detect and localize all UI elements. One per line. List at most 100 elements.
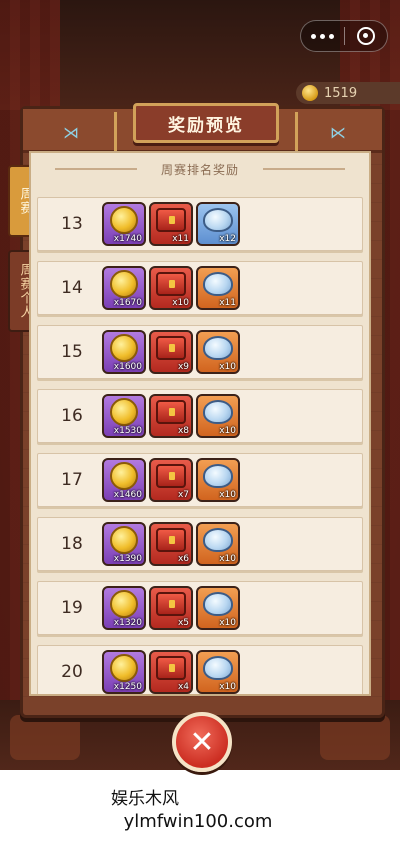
bowl-icon: [203, 592, 233, 616]
reward-list-sheet[interactable]: 周赛排名奖励 13 x1740 x11 x12 14 x1670 x10 x11 15 x1600…: [29, 151, 371, 696]
coin-icon: [110, 654, 138, 682]
coin-icon: [110, 206, 138, 234]
reward-items: x1530 x8 x10: [102, 394, 240, 438]
bowl-icon: [203, 336, 233, 360]
coin-reward-item[interactable]: x1460: [102, 458, 146, 502]
chest-reward-item[interactable]: x11: [149, 202, 193, 246]
chest-icon: [156, 208, 186, 232]
exit-button[interactable]: [345, 21, 388, 51]
reward-items: x1320 x5 x10: [102, 586, 240, 630]
rank-number: 17: [61, 470, 83, 490]
chest-icon: [156, 656, 186, 680]
rank-number: 19: [61, 598, 83, 618]
item-quantity: x1740: [113, 234, 142, 244]
chest-reward-item[interactable]: x5: [149, 586, 193, 630]
reward-items: x1740 x11 x12: [102, 202, 240, 246]
bowl-reward-item[interactable]: x10: [196, 330, 240, 374]
coin-icon: [302, 85, 318, 101]
item-quantity: x1320: [113, 618, 142, 628]
panel-title: 奖励预览: [114, 103, 298, 155]
reward-row: 15 x1600 x9 x10: [37, 325, 363, 379]
watermark: 娱乐木风 ylmfwin100.com: [0, 784, 400, 832]
bowl-icon: [203, 208, 233, 232]
item-quantity: x7: [177, 490, 189, 500]
coin-reward-item[interactable]: x1530: [102, 394, 146, 438]
reward-row: 18 x1390 x6 x10: [37, 517, 363, 571]
coin-reward-item[interactable]: x1740: [102, 202, 146, 246]
target-close-icon: [356, 27, 375, 45]
coin-icon: [110, 270, 138, 298]
sheet-header: 周赛排名奖励: [31, 153, 369, 185]
item-quantity: x1390: [113, 554, 142, 564]
coin-reward-item[interactable]: x1390: [102, 522, 146, 566]
item-quantity: x10: [219, 682, 236, 692]
reward-row: 13 x1740 x11 x12: [37, 197, 363, 251]
bowl-reward-item[interactable]: x10: [196, 586, 240, 630]
coin-reward-item[interactable]: x1600: [102, 330, 146, 374]
bowl-reward-item[interactable]: x10: [196, 458, 240, 502]
mini-program-capsule: [300, 20, 388, 52]
chest-reward-item[interactable]: x7: [149, 458, 193, 502]
item-quantity: x10: [219, 554, 236, 564]
coin-reward-item[interactable]: x1670: [102, 266, 146, 310]
item-quantity: x1670: [113, 298, 142, 308]
coin-reward-item[interactable]: x1250: [102, 650, 146, 694]
chest-icon: [156, 528, 186, 552]
reward-row: 17 x1460 x7 x10: [37, 453, 363, 507]
bowl-reward-item[interactable]: x10: [196, 394, 240, 438]
item-quantity: x6: [177, 554, 189, 564]
item-quantity: x10: [219, 490, 236, 500]
chest-icon: [156, 336, 186, 360]
chest-icon: [156, 592, 186, 616]
more-button[interactable]: [301, 21, 344, 51]
bowl-reward-item[interactable]: x10: [196, 522, 240, 566]
stage-right-decor: [320, 715, 390, 760]
item-quantity: x1250: [113, 682, 142, 692]
item-quantity: x4: [177, 682, 189, 692]
currency-chip: 1519: [296, 82, 400, 104]
bowl-icon: [203, 656, 233, 680]
bowl-icon: [203, 464, 233, 488]
coin-icon: [110, 526, 138, 554]
item-quantity: x11: [172, 234, 189, 244]
bowl-reward-item[interactable]: x12: [196, 202, 240, 246]
chest-icon: [156, 464, 186, 488]
chest-reward-item[interactable]: x8: [149, 394, 193, 438]
ranking-reward-title: 周赛排名奖励: [160, 162, 239, 177]
item-quantity: x5: [177, 618, 189, 628]
item-quantity: x10: [219, 426, 236, 436]
chest-icon: [156, 400, 186, 424]
coin-icon: [110, 398, 138, 426]
reward-items: x1460 x7 x10: [102, 458, 240, 502]
rank-number: 18: [61, 534, 83, 554]
coin-icon: [110, 462, 138, 490]
close-button[interactable]: ✕: [172, 712, 232, 772]
reward-row: 19 x1320 x5 x10: [37, 581, 363, 635]
chest-reward-item[interactable]: x4: [149, 650, 193, 694]
reward-items: x1390 x6 x10: [102, 522, 240, 566]
chest-reward-item[interactable]: x9: [149, 330, 193, 374]
reward-row: 16 x1530 x8 x10: [37, 389, 363, 443]
rank-number: 15: [61, 342, 83, 362]
item-quantity: x12: [219, 234, 236, 244]
coin-reward-item[interactable]: x1320: [102, 586, 146, 630]
reward-row: 14 x1670 x10 x11: [37, 261, 363, 315]
item-quantity: x9: [177, 362, 189, 372]
chest-reward-item[interactable]: x10: [149, 266, 193, 310]
reward-rows: 13 x1740 x11 x12 14 x1670 x10 x11 15 x1600 x9 x10 16…: [37, 197, 363, 694]
close-x-icon: ✕: [189, 724, 215, 760]
bowl-icon: [203, 272, 233, 296]
item-quantity: x1530: [113, 426, 142, 436]
item-quantity: x1600: [113, 362, 142, 372]
bowl-reward-item[interactable]: x10: [196, 650, 240, 694]
fish-icon: ⋊: [330, 123, 346, 142]
coin-icon: [110, 334, 138, 362]
rank-number: 14: [61, 278, 83, 298]
bowl-reward-item[interactable]: x11: [196, 266, 240, 310]
reward-row: 20 x1250 x4 x10: [37, 645, 363, 694]
bowl-icon: [203, 400, 233, 424]
more-dots-icon: [310, 33, 334, 39]
stage-left-decor: [10, 715, 80, 760]
currency-value: 1519: [324, 85, 358, 101]
chest-reward-item[interactable]: x6: [149, 522, 193, 566]
